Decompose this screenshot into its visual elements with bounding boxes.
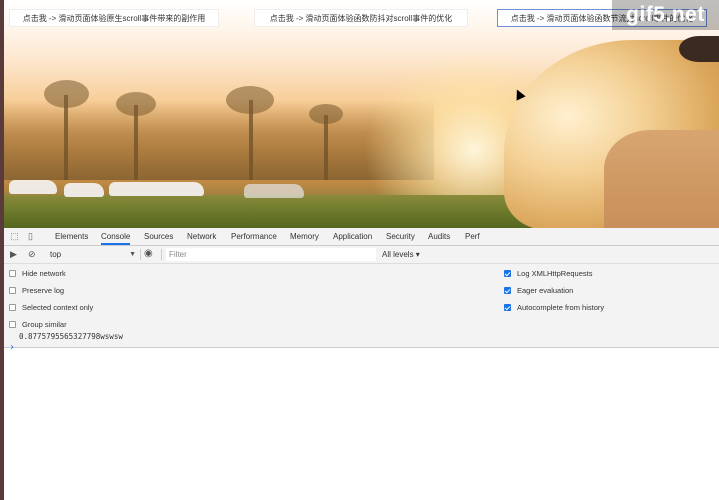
- palm-crown: [309, 104, 343, 124]
- page-viewport[interactable]: 点击我 -> 滑动页面体验原生scroll事件带来的副作用 点击我 -> 滑动页…: [4, 0, 719, 228]
- option-preserve-log[interactable]: Preserve log: [9, 286, 64, 295]
- debounce-scroll-demo-button[interactable]: 点击我 -> 滑动页面体验函数防抖对scroll事件的优化: [254, 9, 468, 27]
- console-log-entry: 0.8775795565327798wswsw: [19, 332, 123, 341]
- option-eager-evaluation[interactable]: Eager evaluation: [504, 286, 573, 295]
- context-selector[interactable]: top ▼: [50, 249, 136, 260]
- checkbox-checked[interactable]: [504, 304, 511, 311]
- native-scroll-demo-button[interactable]: 点击我 -> 滑动页面体验原生scroll事件带来的副作用: [9, 9, 219, 27]
- parked-car: [244, 184, 304, 198]
- palm-trunk: [134, 105, 138, 180]
- filter-input[interactable]: Filter: [166, 248, 376, 261]
- tab-security[interactable]: Security: [386, 228, 415, 245]
- context-value: top: [50, 250, 62, 259]
- option-group-similar[interactable]: Group similar: [9, 320, 67, 329]
- tab-application[interactable]: Application: [333, 228, 372, 245]
- option-selected-context-only[interactable]: Selected context only: [9, 303, 93, 312]
- tab-performance[interactable]: Performance: [231, 228, 277, 245]
- console-toolbar: ▶ ⊘ top ▼ ◉ Filter All levels ▾: [4, 246, 719, 264]
- divider: [161, 249, 162, 260]
- checkbox[interactable]: [9, 304, 16, 311]
- option-hide-network[interactable]: Hide network: [9, 269, 66, 278]
- palm-crown: [44, 80, 89, 108]
- parked-car: [9, 180, 57, 194]
- parked-car: [109, 182, 204, 196]
- option-autocomplete-from-history[interactable]: Autocomplete from history: [504, 303, 604, 312]
- console-sidebar-icon[interactable]: ▶: [10, 250, 17, 259]
- option-label: Selected context only: [22, 303, 94, 312]
- palm-trunk: [324, 115, 328, 180]
- option-label: Eager evaluation: [517, 286, 574, 295]
- devtools-panel: ⬚ ▯ Elements Console Sources Network Per…: [4, 228, 719, 500]
- sunglasses: [679, 36, 719, 62]
- palm-crown: [116, 92, 156, 116]
- eye-icon[interactable]: ◉: [144, 249, 153, 259]
- log-levels-dropdown[interactable]: All levels ▾: [382, 249, 420, 260]
- woman-shoulder: [604, 130, 719, 228]
- tab-console[interactable]: Console: [101, 228, 131, 245]
- checkbox[interactable]: [9, 321, 16, 328]
- watermark: gif5.net: [612, 0, 719, 30]
- chevron-down-icon: ▼: [129, 251, 136, 258]
- option-label: Preserve log: [22, 286, 65, 295]
- tab-network[interactable]: Network: [187, 228, 216, 245]
- option-label: Group similar: [22, 320, 67, 329]
- browser-frame: 点击我 -> 滑动页面体验原生scroll事件带来的副作用 点击我 -> 滑动页…: [4, 0, 719, 500]
- tab-sources[interactable]: Sources: [144, 228, 173, 245]
- palm-crown: [226, 86, 274, 114]
- option-label: Hide network: [22, 269, 66, 278]
- device-toolbar-icon[interactable]: ▯: [26, 232, 35, 241]
- console-prompt[interactable]: ›: [9, 342, 15, 353]
- checkbox[interactable]: [9, 287, 16, 294]
- checkbox[interactable]: [9, 270, 16, 277]
- option-label: Autocomplete from history: [517, 303, 605, 312]
- tab-memory[interactable]: Memory: [290, 228, 319, 245]
- checkbox-checked[interactable]: [504, 287, 511, 294]
- tab-elements[interactable]: Elements: [55, 228, 88, 245]
- inspect-element-icon[interactable]: ⬚: [10, 232, 19, 241]
- clear-console-icon[interactable]: ⊘: [28, 250, 36, 259]
- tab-perf[interactable]: Perf: [465, 228, 480, 245]
- option-label: Log XMLHttpRequests: [517, 269, 593, 278]
- tab-audits[interactable]: Audits: [428, 228, 450, 245]
- checkbox-checked[interactable]: [504, 270, 511, 277]
- divider: [140, 249, 141, 260]
- devtools-tabbar: ⬚ ▯ Elements Console Sources Network Per…: [4, 228, 719, 246]
- parked-car: [64, 183, 104, 197]
- option-log-xmlhttprequests[interactable]: Log XMLHttpRequests: [504, 269, 592, 278]
